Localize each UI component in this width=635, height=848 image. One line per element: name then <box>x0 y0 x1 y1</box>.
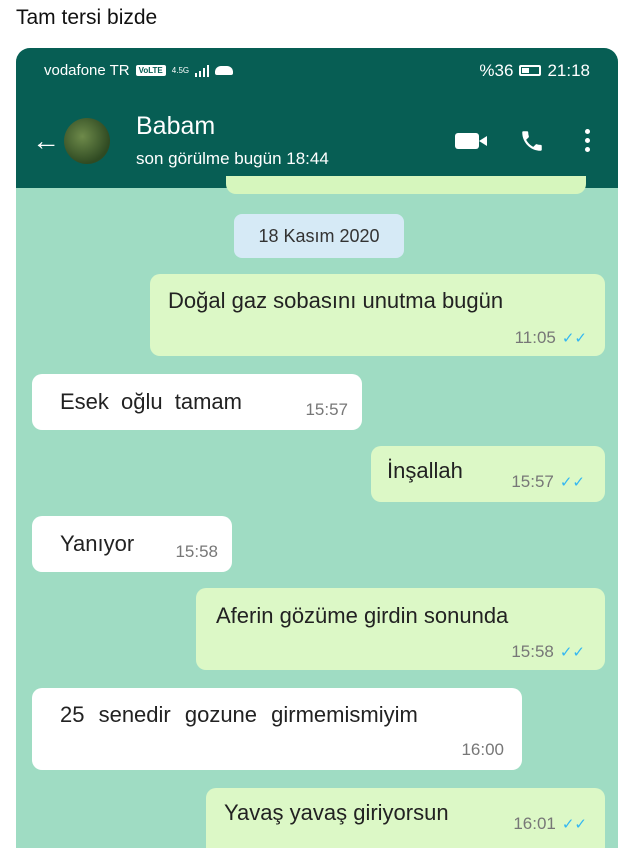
chat-header: ← Babam son görülme bugün 18:44 <box>16 93 618 188</box>
read-ticks-icon: ✓✓ <box>561 330 587 347</box>
message-time: 16:01 <box>513 814 556 833</box>
voice-call-icon[interactable] <box>519 128 545 154</box>
cloud-icon <box>215 66 234 75</box>
post-caption: Tam tersi bizde <box>16 6 158 29</box>
battery-percent: %36 <box>479 60 514 80</box>
read-ticks-icon: ✓✓ <box>561 816 587 833</box>
message-time: 15:57 <box>305 400 348 419</box>
clock: 21:18 <box>547 60 590 80</box>
avatar[interactable] <box>64 117 110 164</box>
carrier-label: vodafone TR <box>44 62 130 79</box>
message-time: 15:58 <box>511 642 554 661</box>
message-text: İnşallah <box>387 458 463 483</box>
network-type-label: 4.5G <box>171 65 190 75</box>
back-arrow-icon[interactable]: ← <box>32 125 60 157</box>
message-text: Doğal gaz sobasını unutma bugün <box>168 288 504 313</box>
contact-name: Babam <box>136 112 216 140</box>
last-seen-status: son görülme bugün 18:44 <box>136 149 329 168</box>
message-bubble[interactable]: Aferin gözüme girdin sonunda 15:58 ✓✓ <box>196 588 605 670</box>
message-text: Esek oğlu tamam <box>60 389 242 414</box>
message-text: 25 senedir gozune girmemismiyim <box>60 702 418 727</box>
message-bubble[interactable]: Esek oğlu tamam 15:57 <box>32 374 362 430</box>
previous-message-bubble <box>226 176 586 194</box>
date-chip: 18 Kasım 2020 <box>234 214 404 258</box>
message-bubble[interactable]: 25 senedir gozune girmemismiyim 16:00 <box>32 688 522 770</box>
chat-area[interactable]: 18 Kasım 2020 Doğal gaz sobasını unutma … <box>16 176 618 848</box>
message-text: Yavaş yavaş giriyorsun <box>224 800 449 825</box>
battery-icon <box>519 65 542 76</box>
message-time: 15:58 <box>175 542 218 561</box>
message-text: Yanıyor <box>60 531 135 556</box>
message-bubble[interactable]: Yanıyor 15:58 <box>32 516 232 572</box>
signal-icon <box>195 64 210 77</box>
video-call-icon[interactable] <box>455 132 487 149</box>
read-ticks-icon: ✓✓ <box>559 644 585 661</box>
message-time: 11:05 <box>514 328 556 347</box>
more-options-icon[interactable] <box>585 129 590 152</box>
message-bubble[interactable]: Yavaş yavaş giriyorsun 16:01 ✓✓ <box>206 788 605 848</box>
message-text: Aferin gözüme girdin sonunda <box>216 603 509 628</box>
phone-screenshot: vodafone TR VoLTE 4.5G %36 21:18 ← Babam… <box>16 48 618 848</box>
message-time: 16:00 <box>461 740 504 759</box>
message-bubble[interactable]: İnşallah 15:57 ✓✓ <box>371 446 605 502</box>
message-time: 15:57 <box>511 472 554 491</box>
contact-info[interactable]: Babam son görülme bugün 18:44 <box>136 112 455 169</box>
volte-badge: VoLTE <box>135 65 166 76</box>
message-bubble[interactable]: Doğal gaz sobasını unutma bugün 11:05 ✓✓ <box>150 274 605 356</box>
read-ticks-icon: ✓✓ <box>559 474 585 491</box>
status-bar: vodafone TR VoLTE 4.5G %36 21:18 <box>16 48 618 93</box>
